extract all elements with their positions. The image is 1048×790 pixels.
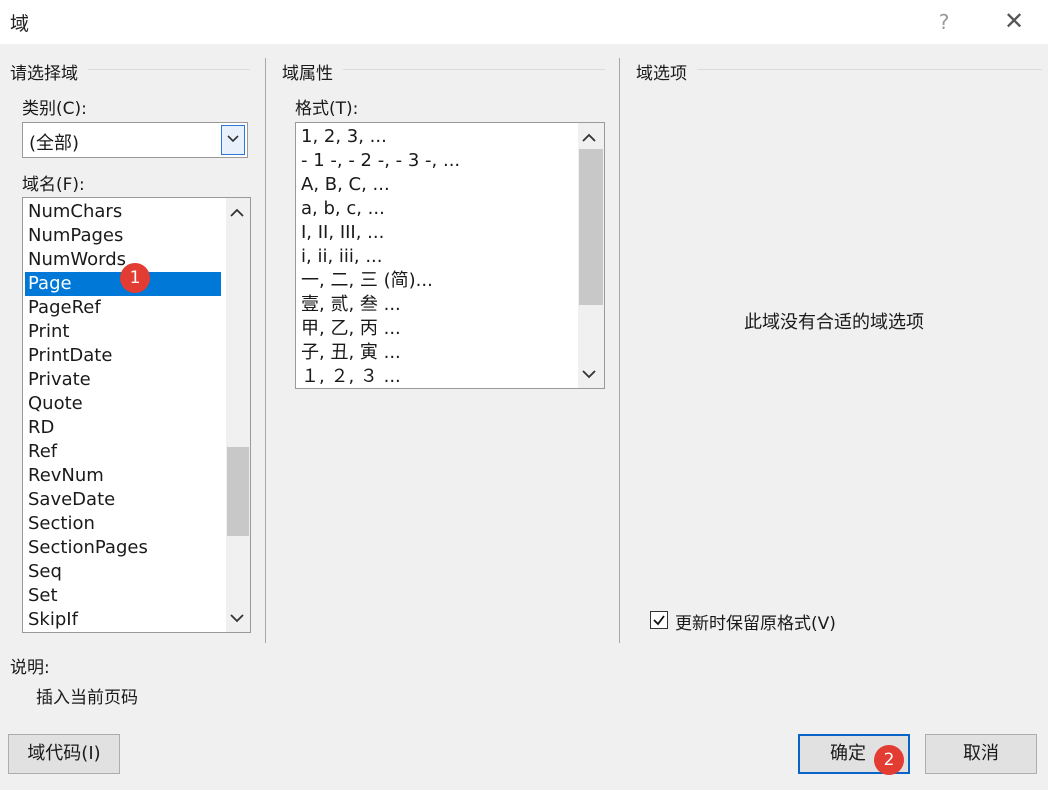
close-icon: ✕ — [1003, 7, 1025, 35]
format-item[interactable]: １, ２, ３ ... — [298, 365, 577, 388]
field-name-item[interactable]: SkipIf — [25, 608, 221, 632]
field-name-item[interactable]: PageRef — [25, 296, 221, 320]
scroll-down-button[interactable] — [578, 362, 604, 386]
field-name-item[interactable]: Set — [25, 584, 221, 608]
field-name-item[interactable]: Print — [25, 320, 221, 344]
checkmark-icon — [653, 615, 665, 626]
chevron-down-icon — [230, 614, 244, 623]
ok-button-label: 确定 — [830, 743, 866, 764]
close-button[interactable]: ✕ — [998, 4, 1030, 38]
field-name-item[interactable]: Ref — [25, 440, 221, 464]
format-listbox[interactable]: 1, 2, 3, ... - 1 -, - 2 -, - 3 -, ... A, B… — [295, 122, 605, 389]
format-item[interactable]: 1, 2, 3, ... — [298, 125, 577, 149]
scroll-thumb[interactable] — [227, 447, 249, 536]
format-item[interactable]: a, b, c, ... — [298, 197, 577, 221]
scroll-thumb[interactable] — [579, 149, 603, 305]
field-properties-section-title: 域属性 — [282, 64, 333, 84]
annotation-badge-1: 1 — [120, 263, 150, 293]
field-name-item[interactable]: Quote — [25, 392, 221, 416]
no-options-message: 此域没有合适的域选项 — [744, 312, 924, 333]
category-dropdown[interactable]: (全部) — [22, 122, 248, 158]
title-bar: 域 ? ✕ — [0, 0, 1048, 44]
help-button[interactable]: ? — [930, 6, 958, 38]
category-selected-value: (全部) — [29, 133, 80, 154]
format-item[interactable]: 壹, 贰, 叁 ... — [298, 293, 577, 317]
scroll-down-button[interactable] — [226, 606, 250, 630]
field-name-item[interactable]: RevNum — [25, 464, 221, 488]
format-item[interactable]: - 1 -, - 2 -, - 3 -, ... — [298, 149, 577, 173]
field-name-item[interactable]: SectionPages — [25, 536, 221, 560]
format-item[interactable]: 一, 二, 三 (简)... — [298, 269, 577, 293]
window-title: 域 — [10, 13, 30, 35]
format-label: 格式(T): — [295, 99, 359, 119]
category-label: 类别(C): — [22, 99, 87, 119]
keep-format-label[interactable]: 更新时保留原格式(V) — [675, 609, 836, 634]
section-divider — [697, 69, 1042, 70]
field-name-item[interactable]: NumPages — [25, 224, 221, 248]
field-name-item[interactable]: SaveDate — [25, 488, 221, 512]
field-name-item[interactable]: Private — [25, 368, 221, 392]
section-divider — [88, 69, 250, 70]
chevron-down-icon — [582, 370, 596, 379]
field-names-label: 域名(F): — [22, 175, 85, 195]
column-divider — [619, 58, 620, 643]
chevron-down-icon — [227, 135, 239, 143]
column-divider — [265, 58, 266, 643]
field-options-section-title: 域选项 — [636, 64, 687, 84]
select-field-section-title: 请选择域 — [10, 64, 78, 84]
format-item[interactable]: 子, 丑, 寅 ... — [298, 341, 577, 365]
dropdown-arrow-button[interactable] — [221, 125, 245, 155]
field-name-item[interactable]: NumChars — [25, 200, 221, 224]
field-name-item[interactable]: Section — [25, 512, 221, 536]
format-scrollbar[interactable] — [578, 123, 604, 388]
field-name-item[interactable]: Seq — [25, 560, 221, 584]
field-codes-button[interactable]: 域代码(I) — [8, 734, 120, 774]
format-item[interactable]: I, II, III, ... — [298, 221, 577, 245]
chevron-up-icon — [230, 208, 244, 217]
format-item[interactable]: A, B, C, ... — [298, 173, 577, 197]
scroll-up-button[interactable] — [226, 200, 250, 224]
field-names-scrollbar[interactable] — [226, 198, 250, 632]
chevron-up-icon — [582, 133, 596, 142]
cancel-button[interactable]: 取消 — [925, 734, 1037, 774]
description-text: 插入当前页码 — [36, 688, 138, 708]
keep-format-checkbox[interactable] — [650, 611, 668, 629]
field-name-item[interactable]: RD — [25, 416, 221, 440]
section-divider — [343, 69, 605, 70]
format-item[interactable]: i, ii, iii, ... — [298, 245, 577, 269]
field-name-item[interactable]: PrintDate — [25, 344, 221, 368]
description-label: 说明: — [10, 658, 50, 678]
scroll-up-button[interactable] — [578, 125, 604, 149]
format-item[interactable]: 甲, 乙, 丙 ... — [298, 317, 577, 341]
annotation-badge-2: 2 — [874, 745, 904, 775]
